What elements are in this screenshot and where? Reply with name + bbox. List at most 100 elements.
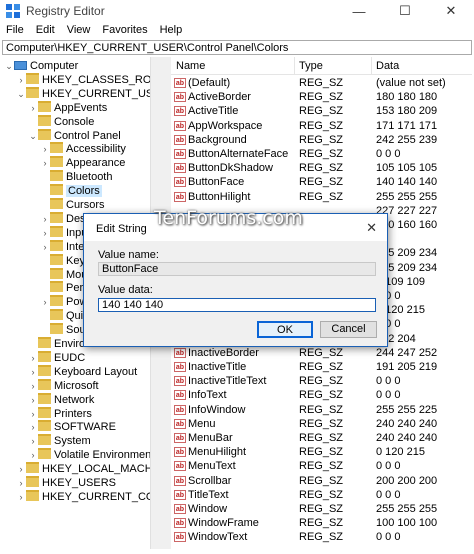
- list-row[interactable]: ab WindowText REG_SZ 0 0 0: [171, 530, 472, 544]
- tree-item[interactable]: › HKEY_USERS: [16, 476, 116, 490]
- list-row[interactable]: ab ButtonHilight REG_SZ 255 255 255: [171, 190, 472, 204]
- tree-item[interactable]: › Network: [28, 392, 94, 407]
- list-row[interactable]: ab InactiveTitle REG_SZ 191 205 219: [171, 360, 472, 374]
- tree-item[interactable]: › Volatile Environment: [28, 448, 154, 462]
- list-row[interactable]: ab InfoText REG_SZ 0 0 0: [171, 388, 472, 402]
- list-row[interactable]: ab Background REG_SZ 242 255 239: [171, 133, 472, 147]
- chevron-right-icon[interactable]: ›: [40, 142, 50, 156]
- tree-item[interactable]: › HKEY_CLASSES_ROOT: [16, 72, 166, 87]
- column-divider[interactable]: [371, 57, 372, 74]
- address-bar[interactable]: Computer\HKEY_CURRENT_USER\Control Panel…: [2, 40, 472, 55]
- tree-item[interactable]: › AppEvents: [28, 100, 107, 115]
- list-row[interactable]: ab ButtonAlternateFace REG_SZ 0 0 0: [171, 147, 472, 161]
- value-data: 0 0 0: [376, 389, 401, 402]
- column-header-data[interactable]: Data: [376, 60, 399, 72]
- chevron-right-icon[interactable]: ›: [28, 393, 38, 407]
- tree-item[interactable]: › Printers: [28, 406, 92, 421]
- chevron-right-icon[interactable]: ›: [28, 407, 38, 421]
- chevron-right-icon[interactable]: ›: [16, 490, 26, 504]
- list-row[interactable]: ab MenuText REG_SZ 0 0 0: [171, 459, 472, 473]
- value-data-label: Value data:: [98, 284, 153, 296]
- chevron-right-icon[interactable]: ›: [40, 156, 50, 170]
- tree-item[interactable]: › HKEY_CURRENT_CONFIG: [16, 489, 166, 504]
- chevron-right-icon[interactable]: ›: [40, 240, 50, 254]
- tree-item[interactable]: › Microsoft: [28, 378, 99, 393]
- string-value-icon: ab: [174, 489, 186, 500]
- menu-favorites[interactable]: Favorites: [96, 22, 153, 40]
- chevron-right-icon[interactable]: ›: [16, 73, 26, 87]
- column-divider[interactable]: [294, 57, 295, 74]
- value-type: REG_SZ: [299, 190, 344, 203]
- tree-item[interactable]: Console: [28, 114, 94, 129]
- minimize-button[interactable]: —: [336, 0, 382, 22]
- chevron-right-icon[interactable]: ›: [28, 365, 38, 379]
- tree-item[interactable]: › Keyboard Layout: [28, 364, 137, 379]
- chevron-right-icon[interactable]: ›: [28, 101, 38, 115]
- menu-edit[interactable]: Edit: [30, 22, 61, 40]
- chevron-right-icon[interactable]: ›: [28, 434, 38, 448]
- list-row[interactable]: ab (Default) REG_SZ (value not set): [171, 76, 472, 90]
- list-row[interactable]: ab ActiveTitle REG_SZ 153 180 209: [171, 104, 472, 118]
- folder-icon: [26, 476, 39, 487]
- tree-item[interactable]: › SOFTWARE: [28, 420, 116, 434]
- tree-item[interactable]: › HKEY_LOCAL_MACHINE: [16, 462, 166, 476]
- chevron-right-icon[interactable]: ›: [28, 420, 38, 434]
- chevron-right-icon[interactable]: ›: [16, 462, 26, 476]
- folder-icon: [50, 211, 63, 223]
- menu-view[interactable]: View: [61, 22, 97, 40]
- menu-file[interactable]: File: [0, 22, 30, 40]
- chevron-right-icon[interactable]: ›: [28, 351, 38, 365]
- tree-item[interactable]: ⌄ Computer: [4, 59, 78, 73]
- list-row[interactable]: ab InactiveTitleText REG_SZ 0 0 0: [171, 374, 472, 388]
- tree-item[interactable]: Quic: [40, 309, 89, 323]
- chevron-down-icon[interactable]: ⌄: [4, 59, 14, 73]
- list-row[interactable]: ab InfoWindow REG_SZ 255 255 225: [171, 403, 472, 417]
- tree-item[interactable]: ⌄ Control Panel: [28, 128, 121, 143]
- string-value-icon: ab: [174, 106, 186, 117]
- chevron-right-icon[interactable]: ›: [28, 448, 38, 462]
- chevron-right-icon[interactable]: ›: [40, 295, 50, 309]
- chevron-right-icon[interactable]: ›: [28, 379, 38, 393]
- list-row[interactable]: ab MenuHilight REG_SZ 0 120 215: [171, 445, 472, 459]
- chevron-right-icon[interactable]: ›: [16, 476, 26, 490]
- tree-item[interactable]: ⌄ HKEY_CURRENT_USER: [16, 86, 166, 101]
- column-header-name[interactable]: Name: [176, 60, 205, 72]
- menu-help[interactable]: Help: [154, 22, 189, 40]
- tree-item[interactable]: › EUDC: [28, 350, 85, 365]
- maximize-button[interactable]: ☐: [382, 0, 428, 22]
- value-name: (Default): [188, 77, 231, 89]
- tree-item[interactable]: › System: [28, 434, 91, 448]
- list-row[interactable]: ab Scrollbar REG_SZ 200 200 200: [171, 474, 472, 488]
- cancel-button[interactable]: Cancel: [320, 321, 377, 338]
- list-row[interactable]: ab InactiveBorder REG_SZ 244 247 252: [171, 346, 472, 360]
- close-button[interactable]: ✕: [428, 0, 474, 22]
- list-row[interactable]: ab WindowFrame REG_SZ 100 100 100: [171, 516, 472, 530]
- list-row[interactable]: ab Menu REG_SZ 240 240 240: [171, 417, 472, 431]
- tree-item[interactable]: Environ: [28, 337, 91, 351]
- tree-item[interactable]: Bluetooth: [40, 170, 112, 184]
- tree-item[interactable]: › Appearance: [40, 156, 125, 170]
- tree-item[interactable]: › Inter: [40, 239, 88, 254]
- list-row[interactable]: ab MenuBar REG_SZ 240 240 240: [171, 431, 472, 445]
- list-row[interactable]: ab TitleText REG_SZ 0 0 0: [171, 488, 472, 502]
- tree-item[interactable]: Colors: [40, 184, 102, 198]
- list-row[interactable]: ab ButtonFace REG_SZ 140 140 140: [171, 175, 472, 189]
- tree-item[interactable]: Cursors: [40, 198, 105, 212]
- folder-icon: [50, 253, 63, 265]
- value-name: InactiveTitle: [188, 361, 247, 373]
- folder-icon: [38, 420, 51, 432]
- list-row[interactable]: ab AppWorkspace REG_SZ 171 171 171: [171, 119, 472, 133]
- chevron-right-icon[interactable]: ›: [40, 226, 50, 240]
- tree-item[interactable]: › Accessibility: [40, 142, 126, 156]
- dialog-close-button[interactable]: ✕: [366, 220, 377, 236]
- list-row[interactable]: ab ActiveBorder REG_SZ 180 180 180: [171, 90, 472, 104]
- list-row[interactable]: ab ButtonDkShadow REG_SZ 105 105 105: [171, 161, 472, 175]
- column-header-type[interactable]: Type: [299, 60, 323, 72]
- chevron-down-icon[interactable]: ⌄: [16, 87, 26, 101]
- chevron-right-icon[interactable]: ›: [40, 212, 50, 226]
- list-row[interactable]: ab Window REG_SZ 255 255 255: [171, 502, 472, 516]
- ok-button[interactable]: OK: [257, 321, 313, 338]
- chevron-down-icon[interactable]: ⌄: [28, 129, 38, 143]
- value-data-input[interactable]: 140 140 140: [98, 298, 376, 312]
- value-data: 0 0 0: [376, 375, 401, 388]
